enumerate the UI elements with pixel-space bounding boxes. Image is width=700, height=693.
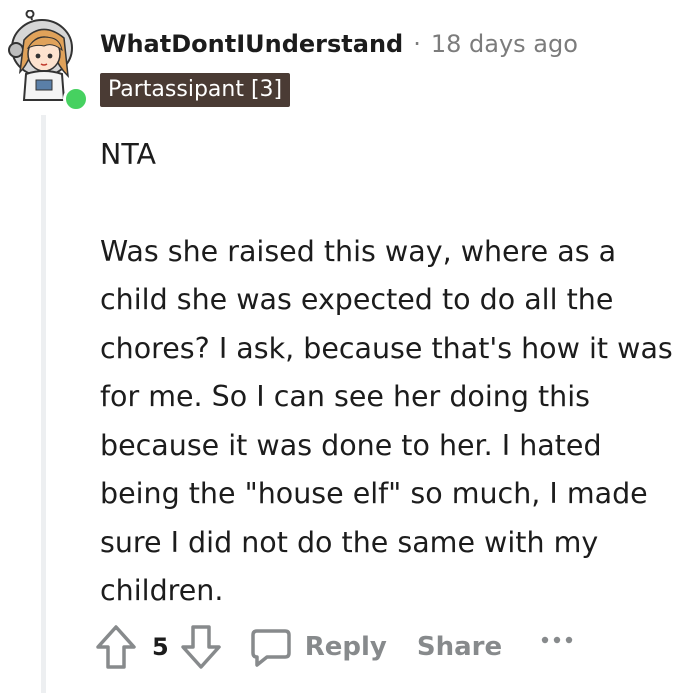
user-flair: Partassipant [3] <box>100 73 291 107</box>
user-avatar[interactable] <box>8 9 89 112</box>
comment-header: WhatDontIUnderstand · 18 days ago <box>100 28 578 60</box>
reply-button[interactable]: Reply <box>249 625 387 669</box>
username-link[interactable]: WhatDontIUnderstand <box>100 30 403 58</box>
share-button[interactable]: Share <box>417 632 502 662</box>
comment-timestamp[interactable]: 18 days ago <box>431 30 578 58</box>
upvote-button[interactable] <box>94 623 138 671</box>
separator-dot: · <box>413 30 421 58</box>
more-options-button[interactable] <box>540 635 574 645</box>
comment-paragraph: Was she raised this way, where as a chil… <box>100 234 673 608</box>
comment-body: NTA Was she raised this way, where as a … <box>100 131 690 616</box>
comment-action-bar: 5 Reply Share <box>94 620 574 674</box>
arrow-down-icon <box>180 625 221 669</box>
thread-line[interactable] <box>41 115 46 693</box>
reply-label: Reply <box>304 632 387 662</box>
speech-bubble-icon <box>250 629 291 667</box>
arrow-up-icon <box>96 625 136 669</box>
comment-paragraph: NTA <box>100 138 157 171</box>
online-status-indicator <box>63 86 89 112</box>
vote-count: 5 <box>152 633 169 661</box>
more-dots-icon <box>541 636 573 644</box>
downvote-button[interactable] <box>179 623 223 671</box>
